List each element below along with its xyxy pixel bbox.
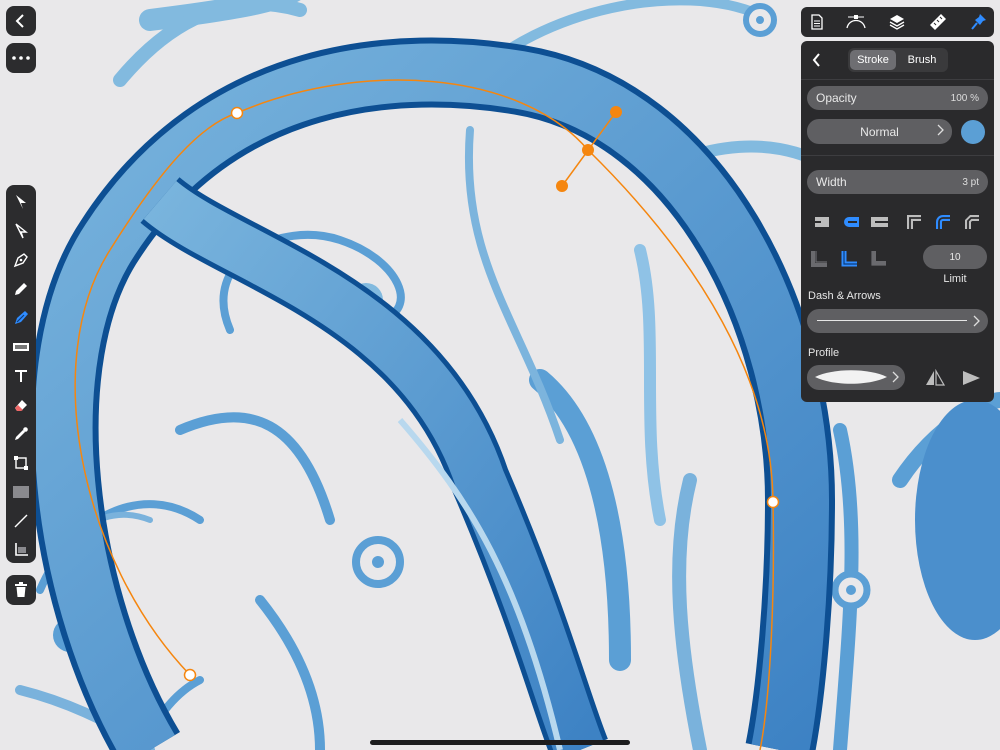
width-value: 3 pt xyxy=(962,176,979,188)
node-icon[interactable] xyxy=(841,9,871,35)
direct-select-tool-icon[interactable] xyxy=(6,218,36,244)
top-toolbar xyxy=(801,7,994,37)
stroke-color-swatch[interactable] xyxy=(961,120,985,144)
width-slider[interactable]: Width 3 pt xyxy=(807,170,988,194)
text-tool-icon[interactable] xyxy=(6,363,36,389)
tab-stroke[interactable]: Stroke xyxy=(850,50,896,70)
opacity-label: Opacity xyxy=(816,91,857,105)
bevel-join-icon[interactable] xyxy=(961,211,983,233)
more-icon xyxy=(6,43,36,73)
flip-profile-icon[interactable] xyxy=(924,367,946,389)
selected-node[interactable] xyxy=(582,144,594,156)
divider xyxy=(801,155,994,156)
document-icon[interactable] xyxy=(803,9,831,35)
panel-back-button[interactable] xyxy=(805,49,827,71)
tools-toolbar xyxy=(6,185,36,563)
miter-limit-value: 10 xyxy=(949,251,961,263)
more-button[interactable] xyxy=(6,43,36,73)
chevron-left-icon xyxy=(6,6,36,36)
shape-tool-icon[interactable] xyxy=(6,479,36,505)
ruler-icon[interactable] xyxy=(923,9,953,35)
bezier-handle[interactable] xyxy=(610,106,622,118)
vector-brush-tool-icon[interactable] xyxy=(6,305,36,331)
trash-icon xyxy=(6,575,36,605)
bezier-handle[interactable] xyxy=(556,180,568,192)
pencil-tool-icon[interactable] xyxy=(6,276,36,302)
opacity-slider[interactable]: Opacity 100 % xyxy=(807,86,988,110)
fill-tool-icon[interactable] xyxy=(6,334,36,360)
profile-preview xyxy=(813,369,889,388)
limit-label: Limit xyxy=(943,273,967,285)
eraser-tool-icon[interactable] xyxy=(6,392,36,418)
chevron-right-icon xyxy=(892,371,899,386)
path-node[interactable] xyxy=(230,106,244,120)
align-outside-icon[interactable] xyxy=(868,247,890,269)
divider xyxy=(801,79,994,80)
width-label: Width xyxy=(816,175,847,189)
dash-preview-line xyxy=(817,320,967,321)
pin-icon[interactable] xyxy=(965,9,993,35)
layers-icon[interactable] xyxy=(883,9,911,35)
pointer-tool-icon[interactable] xyxy=(6,189,36,215)
path-node[interactable] xyxy=(766,495,780,509)
blend-mode-select[interactable]: Normal xyxy=(807,119,952,144)
align-inside-icon[interactable] xyxy=(809,247,831,269)
square-cap-icon[interactable] xyxy=(868,211,890,233)
tab-brush[interactable]: Brush xyxy=(898,50,946,70)
eyedropper-tool-icon[interactable] xyxy=(6,421,36,447)
line-tool-icon[interactable] xyxy=(6,508,36,534)
stroke-panel: Stroke Brush Opacity 100 % Normal Width … xyxy=(801,41,994,402)
align-center-icon[interactable] xyxy=(839,247,861,269)
chevron-right-icon xyxy=(937,124,944,139)
back-button[interactable] xyxy=(6,6,36,36)
round-join-icon[interactable] xyxy=(932,211,954,233)
pen-tool-icon[interactable] xyxy=(6,247,36,273)
miter-join-icon[interactable] xyxy=(903,211,925,233)
transform-tool-icon[interactable] xyxy=(6,450,36,476)
dash-arrows-button[interactable] xyxy=(807,309,988,333)
crop-tool-icon[interactable] xyxy=(6,537,36,563)
chevron-right-icon xyxy=(973,315,980,330)
butt-cap-icon[interactable] xyxy=(809,211,831,233)
dash-arrows-label: Dash & Arrows xyxy=(808,290,881,302)
profile-label: Profile xyxy=(808,347,840,359)
path-node[interactable] xyxy=(183,668,197,682)
profile-button[interactable] xyxy=(807,365,905,390)
profile-direction-icon[interactable] xyxy=(960,367,982,389)
miter-limit-field[interactable]: 10 xyxy=(923,245,987,269)
blend-mode-value: Normal xyxy=(860,124,899,139)
round-cap-icon[interactable] xyxy=(839,211,861,233)
delete-button[interactable] xyxy=(6,575,36,605)
opacity-value: 100 % xyxy=(950,92,979,104)
home-indicator xyxy=(370,740,630,745)
